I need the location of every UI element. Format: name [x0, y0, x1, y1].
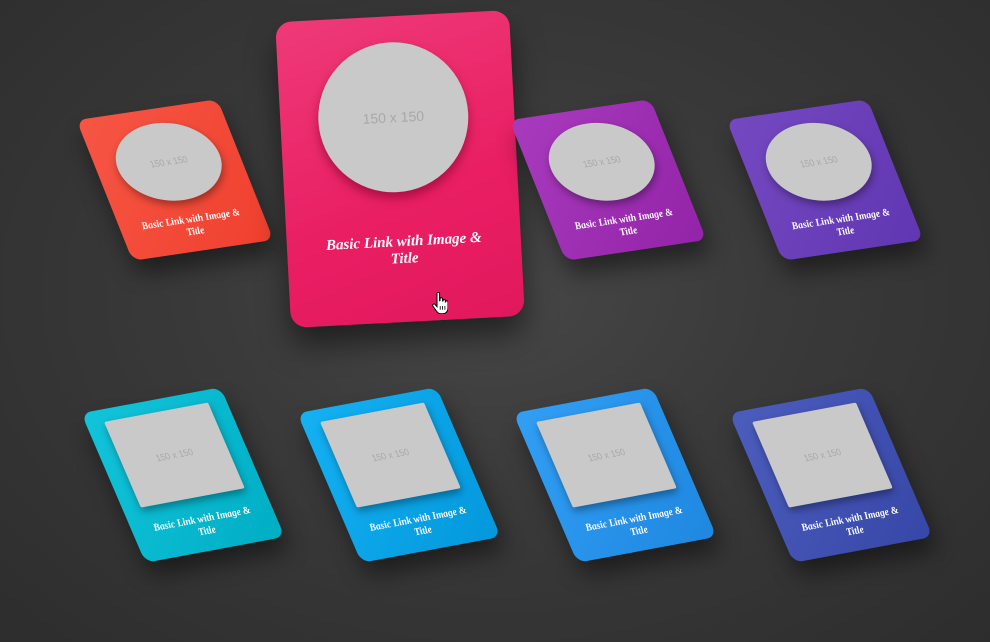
card-image-placeholder: 150 x 150 [752, 116, 885, 208]
card-title: Basic Link with Image & Title [367, 504, 469, 538]
card-deep-purple[interactable]: 150 x 150 Basic Link with Image & Title [726, 99, 924, 261]
hand-pointer-icon [432, 292, 448, 314]
card-title: Basic Link with Image & Title [139, 206, 242, 239]
card-title: Basic Link with Image & Title [325, 229, 483, 268]
card-title: Basic Link with Image & Title [572, 206, 675, 239]
card-blue[interactable]: 150 x 150 Basic Link with Image & Title [513, 387, 717, 563]
card-image-placeholder: 150 x 150 [102, 116, 235, 208]
card-image-placeholder: 150 x 150 [536, 402, 677, 508]
card-indigo[interactable]: 150 x 150 Basic Link with Image & Title [729, 387, 933, 563]
card-image-placeholder: 150 x 150 [104, 402, 245, 508]
card-image-placeholder: 150 x 150 [752, 402, 893, 508]
card-light-blue[interactable]: 150 x 150 Basic Link with Image & Title [297, 387, 501, 563]
card-purple[interactable]: 150 x 150 Basic Link with Image & Title [509, 99, 707, 261]
card-cyan[interactable]: 150 x 150 Basic Link with Image & Title [81, 387, 285, 563]
card-pink-featured[interactable]: 150 x 150 Basic Link with Image & Title [275, 10, 525, 328]
card-image-placeholder: 150 x 150 [535, 116, 668, 208]
card-image-placeholder: 150 x 150 [320, 402, 461, 508]
card-title: Basic Link with Image & Title [789, 206, 892, 239]
card-title: Basic Link with Image & Title [583, 504, 685, 538]
card-image-placeholder: 150 x 150 [314, 38, 473, 197]
card-title: Basic Link with Image & Title [151, 504, 253, 538]
card-red[interactable]: 150 x 150 Basic Link with Image & Title [76, 99, 274, 261]
card-title: Basic Link with Image & Title [799, 504, 901, 538]
card-gallery: 150 x 150 Basic Link with Image & Title … [0, 0, 990, 642]
